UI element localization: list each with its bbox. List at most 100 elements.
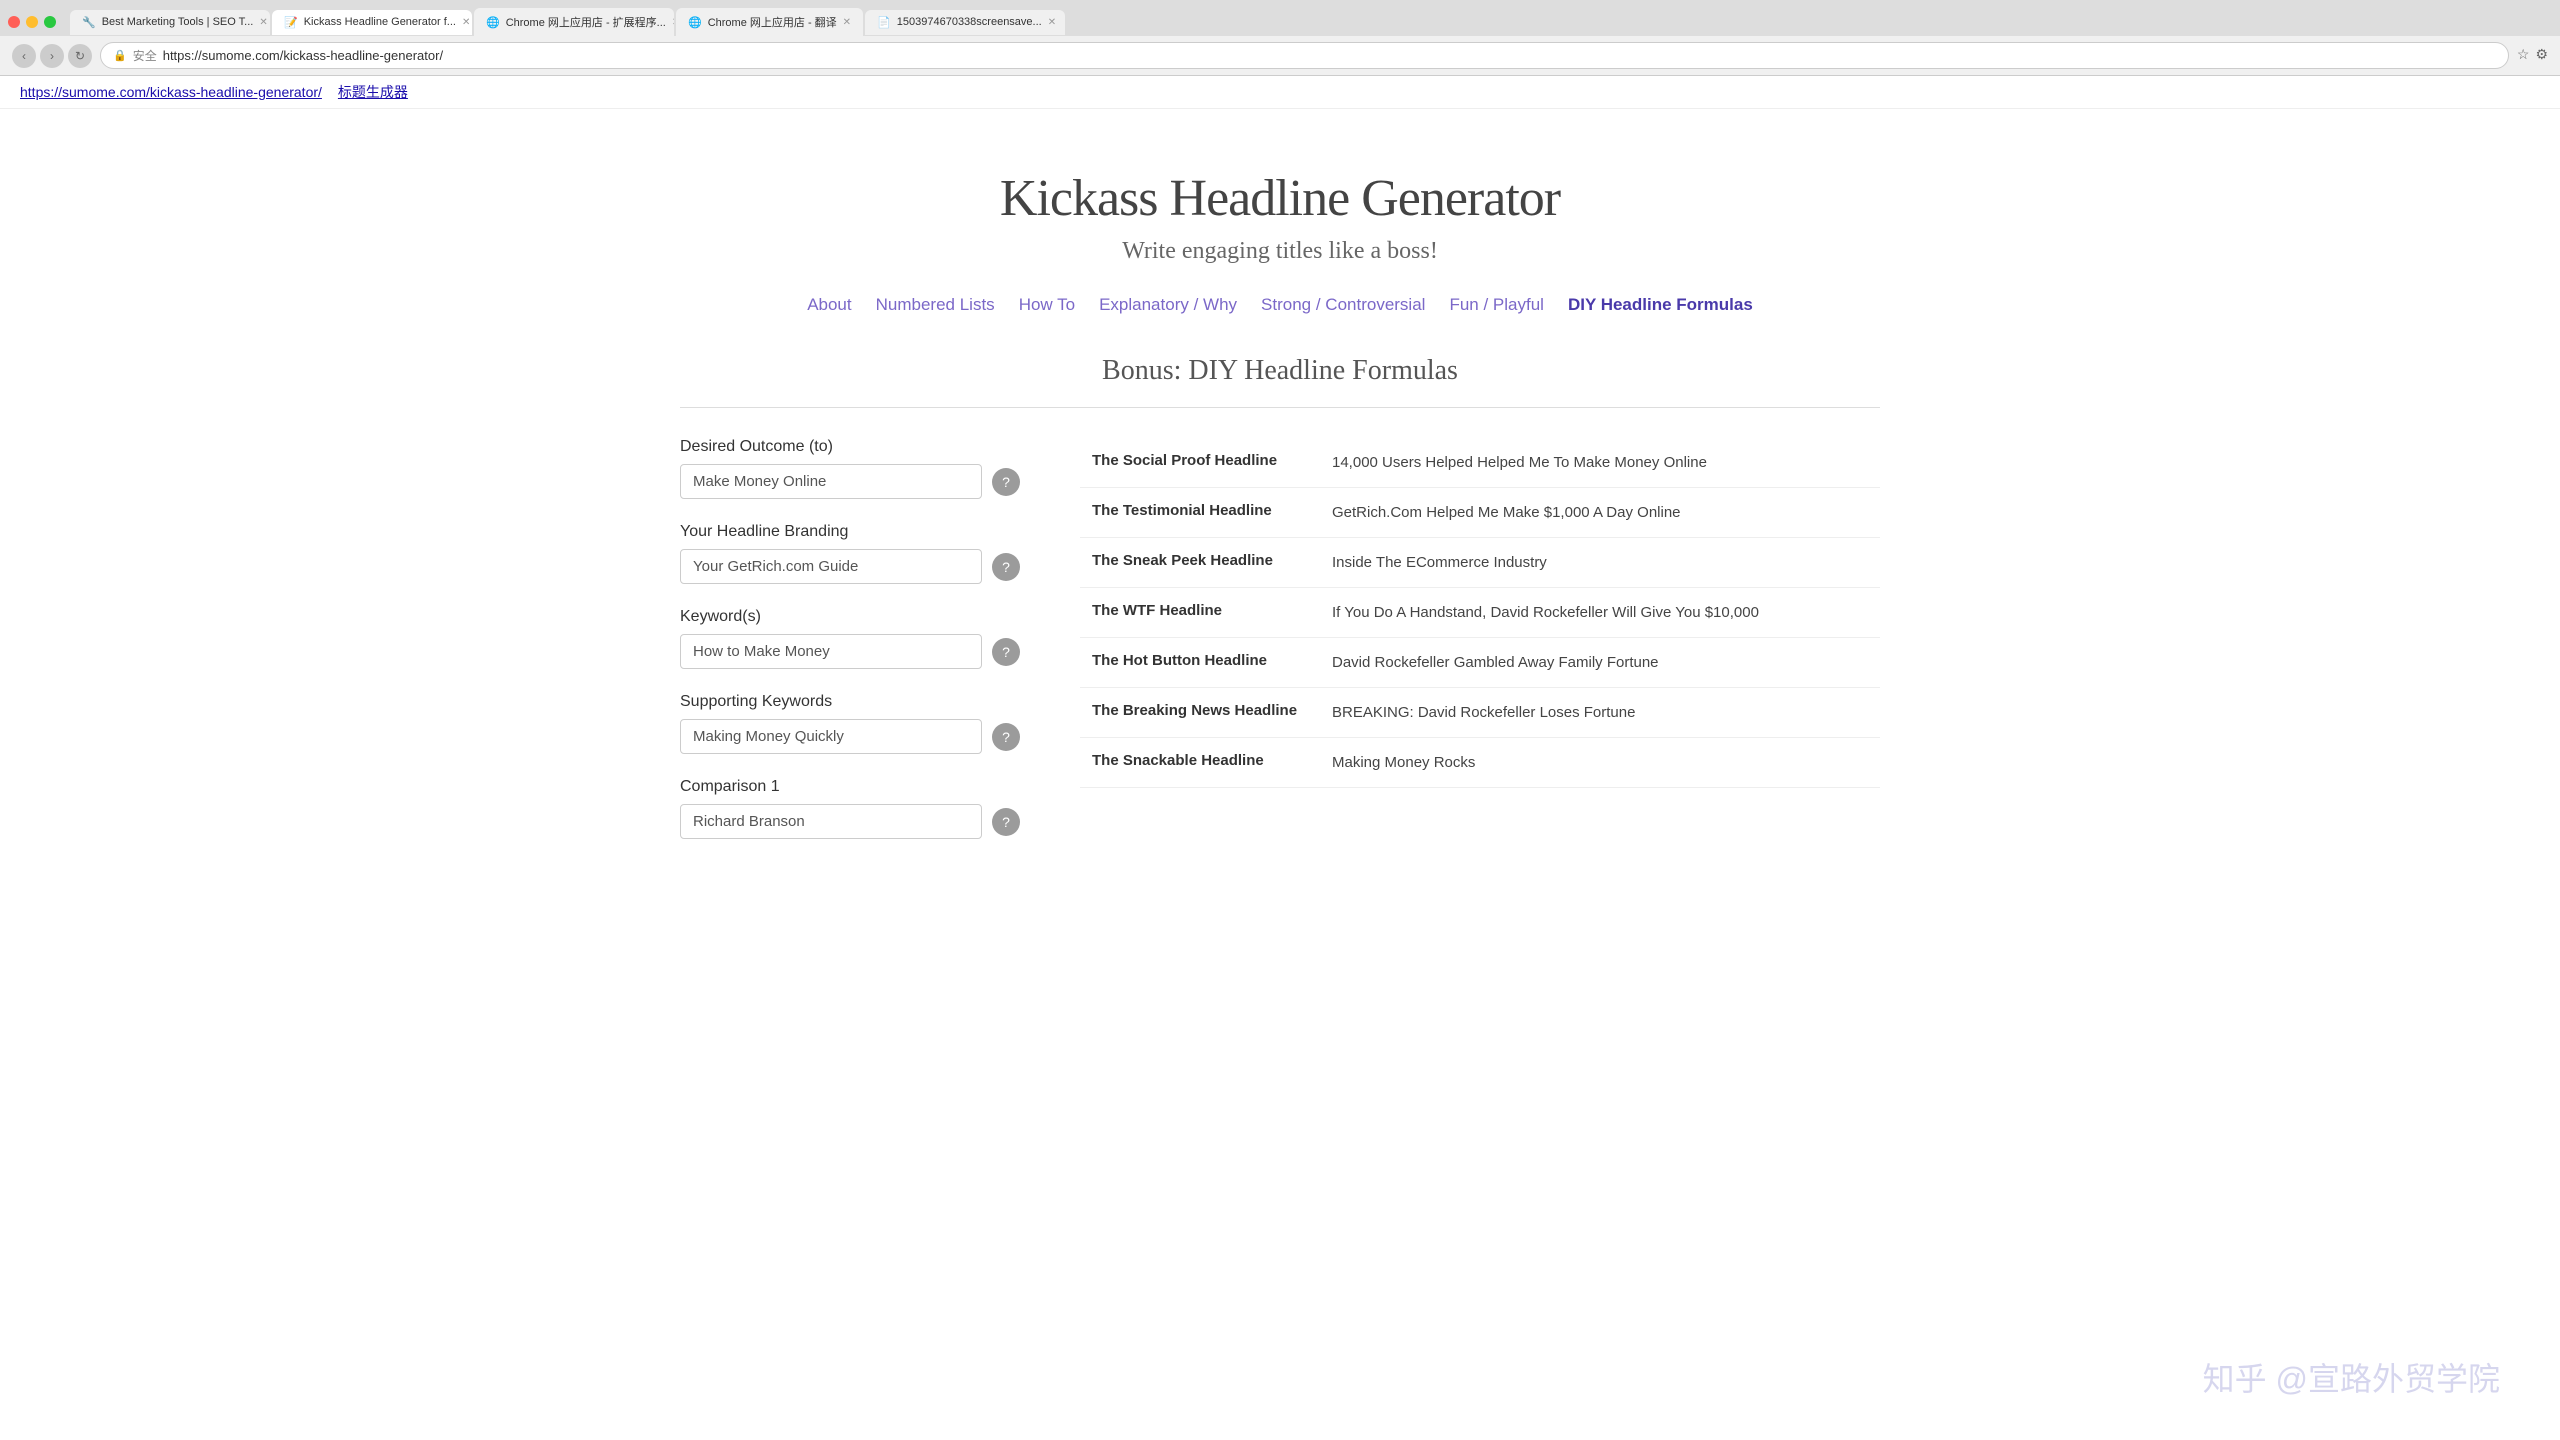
security-label: 安全	[133, 47, 157, 64]
tab-label-1: Best Marketing Tools | SEO T...	[102, 16, 254, 28]
headline-type: The Testimonial Headline	[1080, 488, 1320, 538]
form-group-comparison: Comparison 1 ?	[680, 778, 1020, 839]
nav-playful[interactable]: Fun / Playful	[1449, 295, 1544, 315]
nav-about[interactable]: About	[807, 295, 851, 315]
headline-type: The Breaking News Headline	[1080, 688, 1320, 738]
nav-controversial[interactable]: Strong / Controversial	[1261, 295, 1425, 315]
headline-result: GetRich.Com Helped Me Make $1,000 A Day …	[1320, 488, 1880, 538]
close-button[interactable]	[8, 16, 20, 28]
headline-type: The Snackable Headline	[1080, 738, 1320, 788]
page-title: Kickass Headline Generator	[680, 169, 1880, 228]
back-button[interactable]: ‹	[12, 44, 36, 68]
section-title: Bonus: DIY Headline Formulas	[680, 355, 1880, 387]
tab-close-5[interactable]: ✕	[1048, 17, 1056, 28]
headline-result: 14,000 Users Helped Helped Me To Make Mo…	[1320, 438, 1880, 488]
results-table: The Social Proof Headline 14,000 Users H…	[1080, 438, 1880, 788]
form-column: Desired Outcome (to) ? Your Headline Bra…	[680, 438, 1020, 863]
tab-3[interactable]: 🌐 Chrome 网上应用店 - 扩展程序... ✕	[474, 8, 674, 36]
address-bar: ‹ › ↻ 🔒 安全 https://sumome.com/kickass-he…	[0, 36, 2560, 75]
toolbar-icons: ☆ ⚙	[2517, 47, 2548, 64]
input-row-keywords: ?	[680, 634, 1020, 669]
main-nav: About Numbered Lists How To Explanatory …	[680, 295, 1880, 315]
headline-type: The Social Proof Headline	[1080, 438, 1320, 488]
form-group-branding: Your Headline Branding ?	[680, 523, 1020, 584]
label-supporting: Supporting Keywords	[680, 693, 1020, 711]
table-row: The Breaking News Headline BREAKING: Dav…	[1080, 688, 1880, 738]
maximize-button[interactable]	[44, 16, 56, 28]
headline-result: David Rockefeller Gambled Away Family Fo…	[1320, 638, 1880, 688]
help-keywords[interactable]: ?	[992, 638, 1020, 666]
tab-favicon-4: 🌐	[688, 16, 702, 29]
headline-result: Inside The ECommerce Industry	[1320, 538, 1880, 588]
extensions-icon[interactable]: ⚙	[2535, 47, 2548, 64]
table-row: The Hot Button Headline David Rockefelle…	[1080, 638, 1880, 688]
nav-explanatory[interactable]: Explanatory / Why	[1099, 295, 1237, 315]
form-group-desired-outcome: Desired Outcome (to) ?	[680, 438, 1020, 499]
url-bar[interactable]: 🔒 安全 https://sumome.com/kickass-headline…	[100, 42, 2509, 69]
input-desired-outcome[interactable]	[680, 464, 982, 499]
tab-favicon-3: 🌐	[486, 16, 500, 29]
nav-numbered[interactable]: Numbered Lists	[876, 295, 995, 315]
help-supporting[interactable]: ?	[992, 723, 1020, 751]
form-results-layout: Desired Outcome (to) ? Your Headline Bra…	[680, 438, 1880, 863]
input-supporting[interactable]	[680, 719, 982, 754]
table-row: The Testimonial Headline GetRich.Com Hel…	[1080, 488, 1880, 538]
nav-buttons: ‹ › ↻	[12, 44, 92, 68]
input-row-desired-outcome: ?	[680, 464, 1020, 499]
table-row: The Social Proof Headline 14,000 Users H…	[1080, 438, 1880, 488]
reload-button[interactable]: ↻	[68, 44, 92, 68]
headline-type: The WTF Headline	[1080, 588, 1320, 638]
tab-1[interactable]: 🔧 Best Marketing Tools | SEO T... ✕	[70, 10, 270, 35]
table-row: The WTF Headline If You Do A Handstand, …	[1080, 588, 1880, 638]
page-url-link[interactable]: https://sumome.com/kickass-headline-gene…	[20, 84, 322, 100]
page-subtitle: Write engaging titles like a boss!	[680, 238, 1880, 265]
page-content: Kickass Headline Generator Write engagin…	[640, 109, 1920, 883]
browser-chrome: 🔧 Best Marketing Tools | SEO T... ✕ 📝 Ki…	[0, 0, 2560, 76]
label-desired-outcome: Desired Outcome (to)	[680, 438, 1020, 456]
label-comparison: Comparison 1	[680, 778, 1020, 796]
translated-title: 标题生成器	[338, 82, 408, 102]
input-branding[interactable]	[680, 549, 982, 584]
input-row-supporting: ?	[680, 719, 1020, 754]
headline-result: Making Money Rocks	[1320, 738, 1880, 788]
headline-type: The Sneak Peek Headline	[1080, 538, 1320, 588]
tab-favicon-5: 📄	[877, 16, 891, 29]
tab-2[interactable]: 📝 Kickass Headline Generator f... ✕	[272, 10, 472, 35]
section-divider	[680, 407, 1880, 408]
forward-button[interactable]: ›	[40, 44, 64, 68]
tab-label-3: Chrome 网上应用店 - 扩展程序...	[506, 14, 666, 30]
tab-close-3[interactable]: ✕	[672, 17, 674, 28]
nav-howto[interactable]: How To	[1019, 295, 1075, 315]
headline-result: BREAKING: David Rockefeller Loses Fortun…	[1320, 688, 1880, 738]
table-row: The Snackable Headline Making Money Rock…	[1080, 738, 1880, 788]
label-branding: Your Headline Branding	[680, 523, 1020, 541]
tab-close-2[interactable]: ✕	[462, 17, 470, 28]
tab-close-1[interactable]: ✕	[259, 17, 267, 28]
tab-4[interactable]: 🌐 Chrome 网上应用店 - 翻译 ✕	[676, 8, 863, 36]
input-comparison[interactable]	[680, 804, 982, 839]
headline-result: If You Do A Handstand, David Rockefeller…	[1320, 588, 1880, 638]
watermark: 知乎 @宣路外贸学院	[2203, 1354, 2500, 1400]
tab-5[interactable]: 📄 1503974670338screensave... ✕	[865, 10, 1065, 35]
bookmark-icon[interactable]: ☆	[2517, 47, 2530, 64]
help-comparison[interactable]: ?	[992, 808, 1020, 836]
tab-favicon-1: 🔧	[82, 16, 96, 29]
url-text: https://sumome.com/kickass-headline-gene…	[163, 48, 443, 63]
input-row-branding: ?	[680, 549, 1020, 584]
input-row-comparison: ?	[680, 804, 1020, 839]
form-group-supporting: Supporting Keywords ?	[680, 693, 1020, 754]
tab-favicon-2: 📝	[284, 16, 298, 29]
tab-label-5: 1503974670338screensave...	[897, 16, 1042, 28]
tab-label-4: Chrome 网上应用店 - 翻译	[708, 14, 837, 30]
help-desired-outcome[interactable]: ?	[992, 468, 1020, 496]
nav-diy[interactable]: DIY Headline Formulas	[1568, 295, 1753, 315]
label-keywords: Keyword(s)	[680, 608, 1020, 626]
tab-label-2: Kickass Headline Generator f...	[304, 16, 456, 28]
help-branding[interactable]: ?	[992, 553, 1020, 581]
results-column: The Social Proof Headline 14,000 Users H…	[1080, 438, 1880, 788]
tab-close-4[interactable]: ✕	[843, 17, 851, 28]
minimize-button[interactable]	[26, 16, 38, 28]
traffic-lights	[8, 16, 56, 28]
input-keywords[interactable]	[680, 634, 982, 669]
form-group-keywords: Keyword(s) ?	[680, 608, 1020, 669]
